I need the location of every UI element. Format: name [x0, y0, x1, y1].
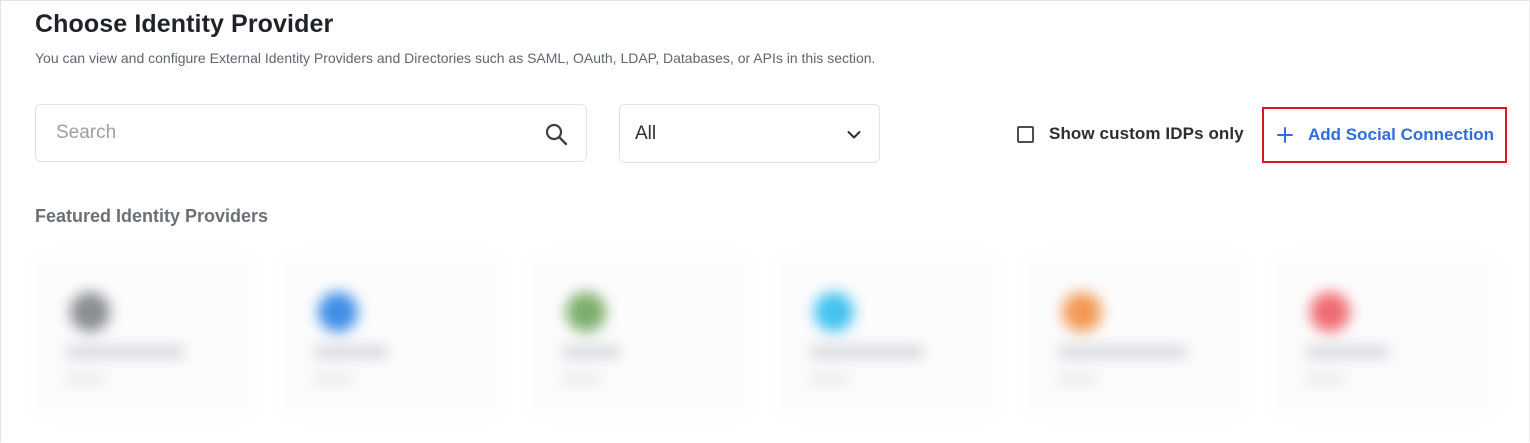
search-box — [35, 104, 587, 162]
featured-idps-list — [35, 248, 1510, 423]
idp-logo — [70, 292, 110, 332]
idp-name-placeholder — [561, 346, 621, 358]
idp-card[interactable] — [531, 256, 751, 416]
search-input[interactable] — [56, 105, 526, 161]
idp-name-placeholder — [313, 346, 388, 358]
idp-card[interactable] — [779, 256, 999, 416]
idp-subtext-placeholder — [1305, 374, 1345, 384]
idp-type-select[interactable]: All — [619, 104, 880, 163]
page-title: Choose Identity Provider — [35, 10, 334, 38]
idp-logo — [566, 292, 606, 332]
idp-card[interactable] — [1027, 256, 1247, 416]
page-subtitle: You can view and configure External Iden… — [35, 50, 876, 66]
idp-logo — [1062, 292, 1102, 332]
chevron-down-icon — [846, 127, 862, 143]
idp-subtext-placeholder — [561, 374, 601, 384]
search-icon[interactable] — [544, 122, 568, 146]
idp-card[interactable] — [1275, 256, 1495, 416]
idp-name-placeholder — [809, 346, 924, 358]
idp-name-placeholder — [1057, 346, 1187, 358]
idp-card[interactable] — [35, 256, 255, 416]
add-social-connection-button[interactable]: Add Social Connection — [1262, 107, 1507, 163]
show-custom-idps-label: Show custom IDPs only — [1049, 124, 1244, 143]
plus-icon — [1276, 126, 1294, 144]
add-social-connection-label: Add Social Connection — [1308, 125, 1495, 144]
featured-idps-heading: Featured Identity Providers — [35, 206, 269, 226]
idp-name-placeholder — [1305, 346, 1390, 358]
idp-card[interactable] — [283, 256, 503, 416]
idp-subtext-placeholder — [809, 374, 849, 384]
idp-subtext-placeholder — [65, 374, 105, 384]
idp-type-select-value: All — [635, 123, 657, 144]
show-custom-idps-checkbox[interactable] — [1017, 125, 1034, 143]
idp-logo — [1310, 292, 1350, 332]
idp-name-placeholder — [65, 346, 185, 358]
show-custom-idps-toggle[interactable]: Show custom IDPs only — [1017, 122, 1244, 146]
idp-logo — [318, 292, 358, 332]
idp-subtext-placeholder — [1057, 374, 1097, 384]
idp-logo — [814, 292, 854, 332]
idp-subtext-placeholder — [313, 374, 353, 384]
